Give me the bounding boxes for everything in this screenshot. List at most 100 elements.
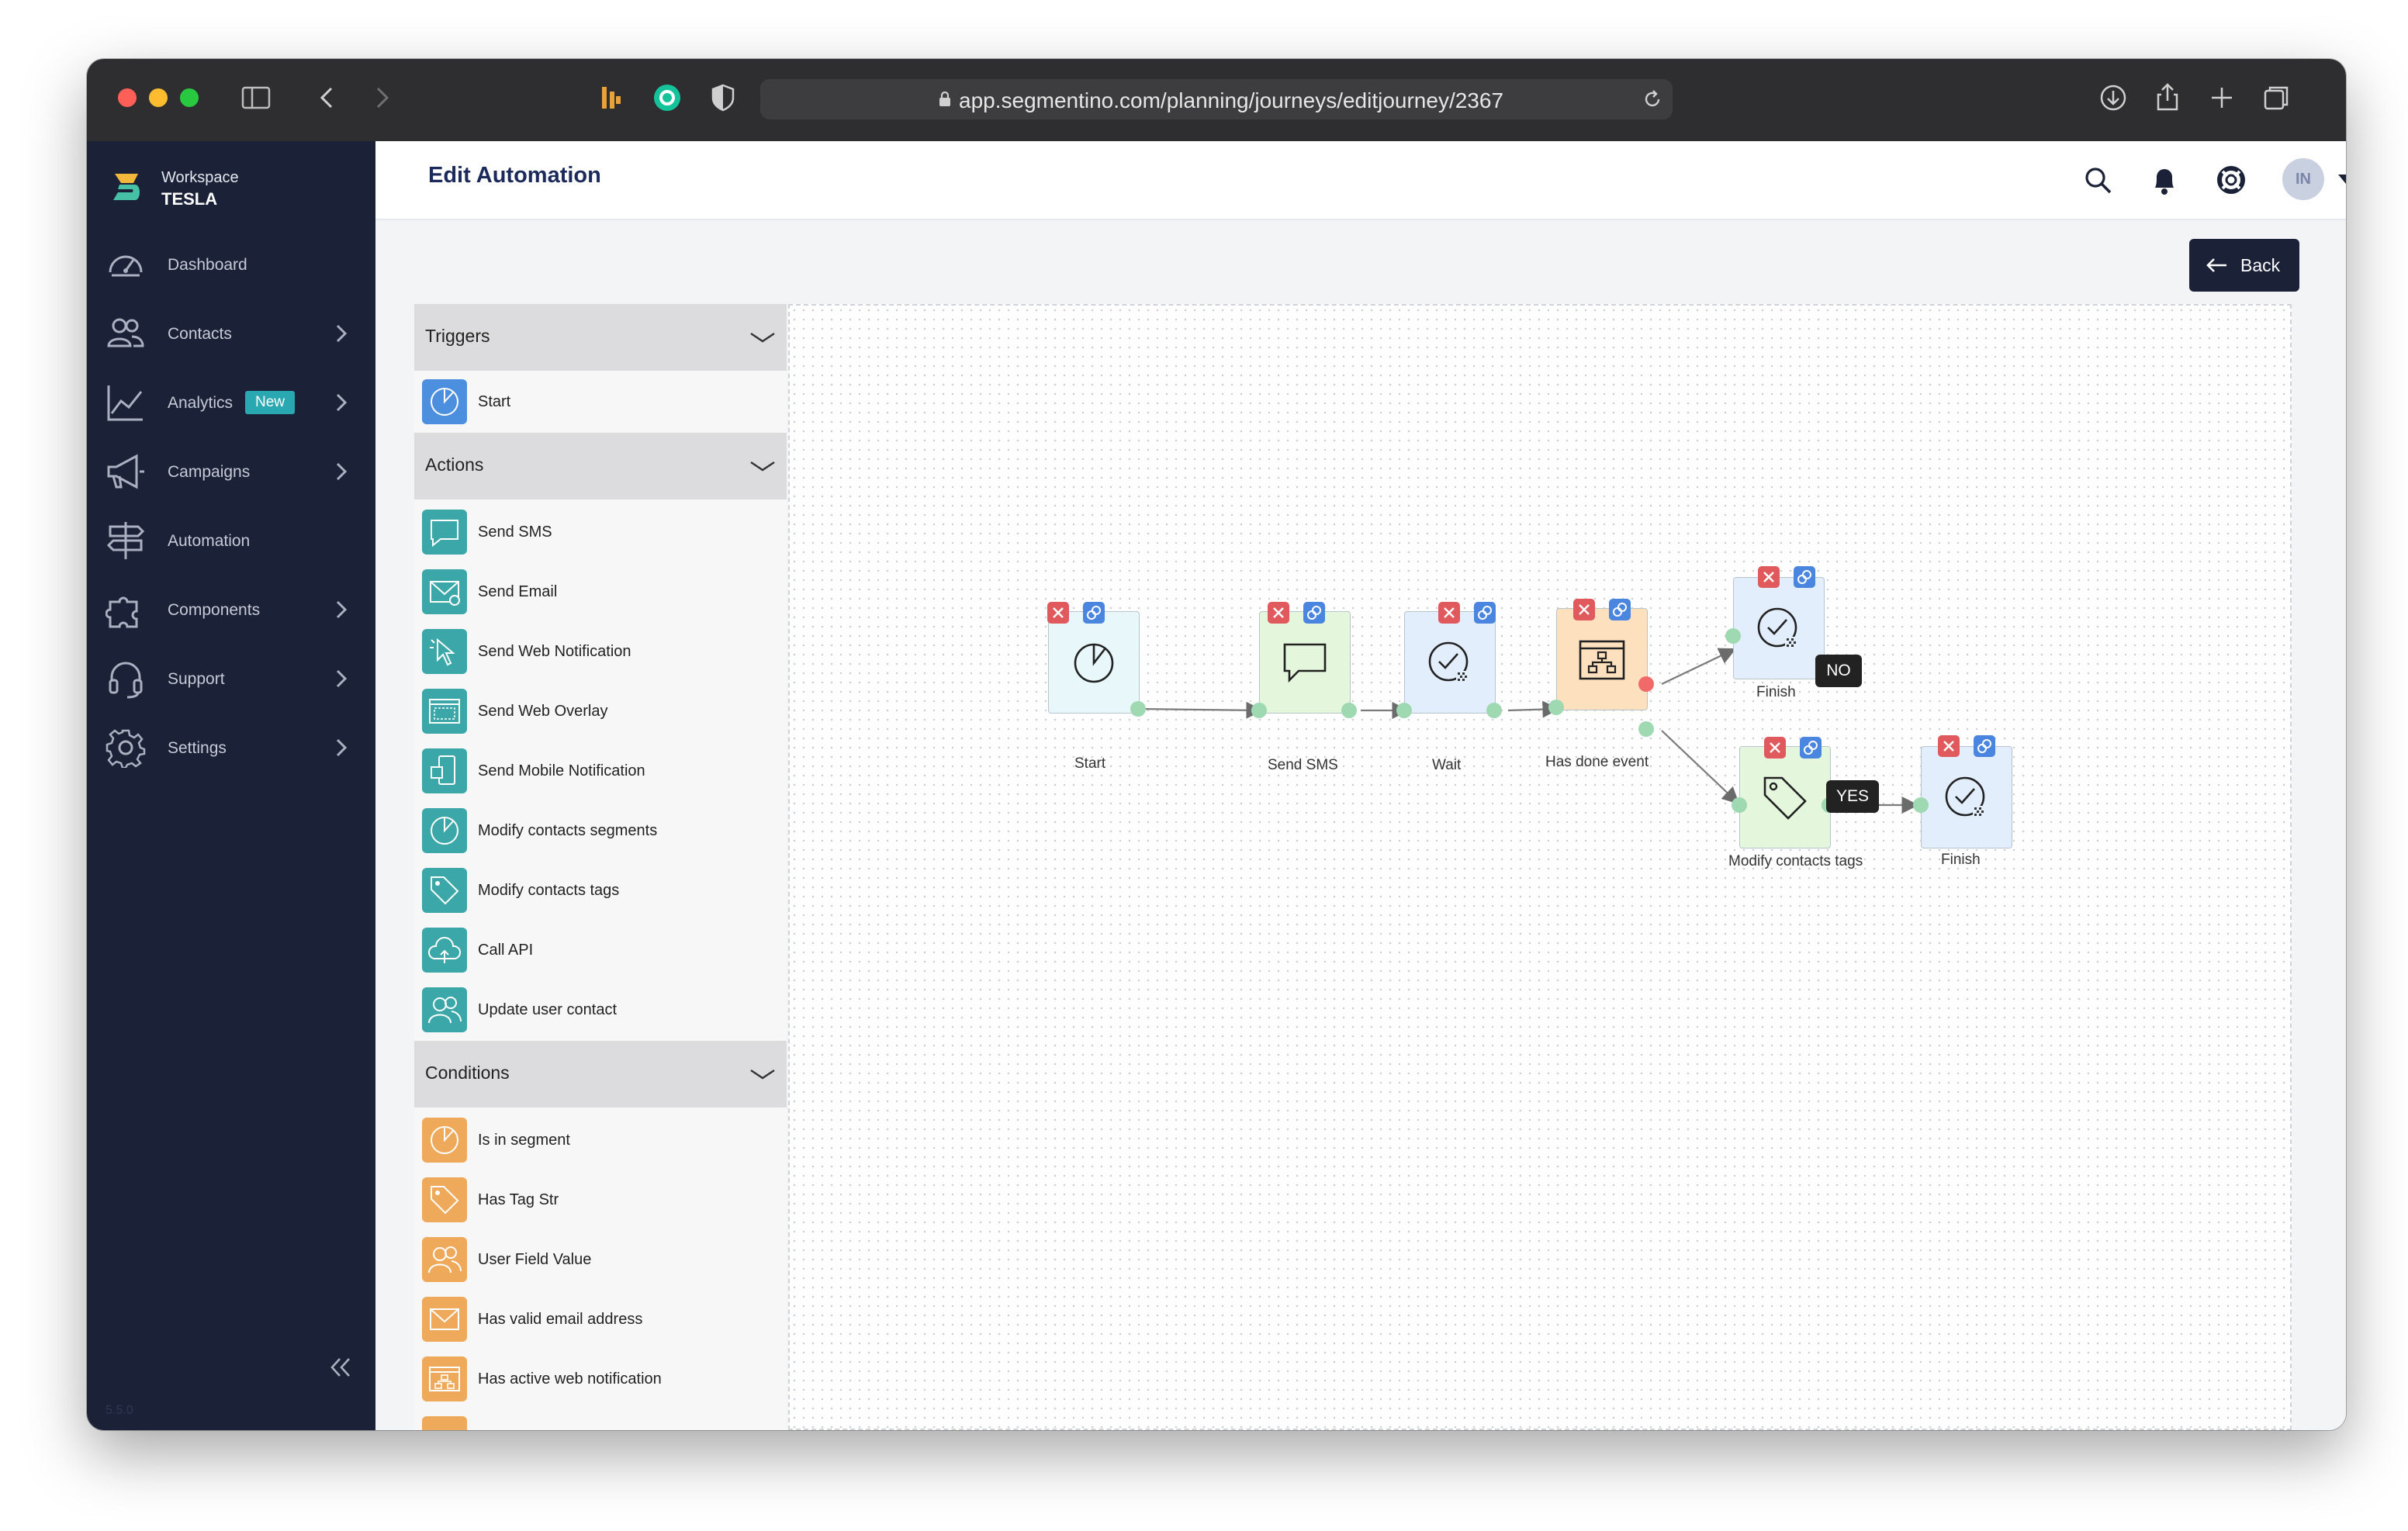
panel-item-is-in-segment[interactable]: Is in segment [414, 1111, 787, 1170]
edit-node-button[interactable] [1800, 737, 1822, 759]
input-port[interactable] [1548, 700, 1564, 715]
panel-item-has-tag-str[interactable]: Has Tag Str [414, 1170, 787, 1229]
edit-node-button[interactable] [1474, 602, 1496, 624]
panel-item-modify-contacts-segments[interactable]: Modify contacts segments [414, 801, 787, 860]
panel-item-send-web-overlay[interactable]: Send Web Overlay [414, 682, 787, 741]
clock-icon [1945, 776, 1985, 817]
section-header-actions[interactable]: Actions [414, 433, 787, 499]
sidebar-item-settings[interactable]: Settings [87, 721, 375, 775]
edit-node-button[interactable] [1974, 735, 1995, 757]
logo-icon [113, 174, 140, 200]
shield-icon[interactable] [708, 82, 739, 113]
panel-item-call-api[interactable]: Call API [414, 921, 787, 980]
flow-node-start[interactable] [1048, 611, 1140, 714]
output-port-yes[interactable] [1638, 721, 1654, 737]
tab-overview-icon[interactable] [2261, 82, 2292, 113]
search-icon[interactable] [2082, 164, 2113, 195]
panel-item-has-valid-email-address[interactable]: Has valid email address [414, 1290, 787, 1349]
sidebar-item-label: Dashboard [168, 256, 247, 274]
analytics-icon [107, 385, 143, 421]
sidebar-item-analytics[interactable]: Analytics New [87, 375, 375, 430]
delete-node-button[interactable] [1938, 735, 1960, 757]
sidebar-item-label: Automation [168, 532, 251, 550]
bell-icon[interactable] [2150, 164, 2178, 195]
tag-icon [422, 1177, 467, 1222]
browser-titlebar: app.segmentino.com/planning/journeys/edi… [87, 59, 2346, 141]
section-header-triggers[interactable]: Triggers [414, 304, 787, 371]
link-icon [1478, 606, 1492, 620]
reload-icon[interactable] [1642, 88, 1663, 110]
sitemap-icon [422, 1356, 467, 1401]
panel-item-send-mobile-notification[interactable]: Send Mobile Notification [414, 741, 787, 800]
input-port[interactable] [1732, 797, 1747, 813]
extension-icon[interactable] [596, 82, 627, 113]
flow-node-has-done-event[interactable] [1556, 608, 1648, 710]
maximize-window-button[interactable] [180, 88, 199, 107]
panel-item-has-active-web-notification[interactable]: Has active web notification [414, 1350, 787, 1408]
sidebar-item-label: Campaigns [168, 463, 251, 481]
flow-node-send-sms[interactable] [1259, 611, 1351, 714]
edit-node-button[interactable] [1303, 602, 1325, 624]
edit-node-button[interactable] [1083, 602, 1105, 624]
support-lifebuoy-icon[interactable] [2216, 164, 2247, 195]
contacts-icon [107, 318, 144, 347]
delete-node-button[interactable] [1573, 599, 1595, 620]
panel-item-user-field-value[interactable]: User Field Value [414, 1230, 787, 1289]
output-port[interactable] [1486, 703, 1502, 718]
panel-item-modify-contacts-tags[interactable]: Modify contacts tags [414, 861, 787, 920]
edit-node-button[interactable] [1794, 566, 1815, 588]
back-nav-icon[interactable] [312, 82, 343, 113]
input-port[interactable] [1725, 628, 1741, 644]
sidebar-item-automation[interactable]: Automation [87, 513, 375, 568]
section-header-conditions[interactable]: Conditions [414, 1041, 787, 1108]
minimize-window-button[interactable] [149, 88, 168, 107]
panel-item-update-user-contact[interactable]: Update user contact [414, 980, 787, 1039]
delete-node-button[interactable] [1764, 737, 1786, 759]
panel-item-send-web-notification[interactable]: Send Web Notification [414, 622, 787, 681]
flow-canvas[interactable] [788, 304, 2292, 1430]
chevron-down-icon [750, 333, 775, 343]
delete-node-button[interactable] [1268, 602, 1289, 624]
panel-item-send-sms[interactable]: Send SMS [414, 503, 787, 562]
sidebar-item-campaigns[interactable]: Campaigns [87, 444, 375, 499]
sidebar-toggle-icon[interactable] [240, 82, 272, 113]
close-window-button[interactable] [118, 88, 137, 107]
tag-icon [1763, 776, 1807, 820]
sidebar-item-dashboard[interactable]: Dashboard [87, 237, 375, 292]
output-port[interactable] [1130, 701, 1146, 717]
sidebar-item-support[interactable]: Support [87, 651, 375, 706]
sidebar-item-contacts[interactable]: Contacts [87, 306, 375, 361]
download-icon[interactable] [2098, 82, 2129, 113]
sidebar-item-components[interactable]: Components [87, 582, 375, 637]
input-port[interactable] [1396, 703, 1412, 718]
share-icon[interactable] [2152, 82, 2183, 113]
delete-node-button[interactable] [1438, 602, 1460, 624]
output-port-no[interactable] [1638, 676, 1654, 692]
input-port[interactable] [1913, 797, 1929, 813]
avatar[interactable]: IN [2282, 158, 2324, 200]
grammarly-icon[interactable] [652, 82, 683, 113]
delete-node-button[interactable] [1047, 602, 1069, 624]
collapse-sidebar-icon[interactable] [329, 1356, 352, 1379]
flow-node-wait[interactable] [1404, 611, 1496, 714]
flow-node-label: Start [1074, 755, 1106, 772]
input-port[interactable] [1251, 703, 1267, 718]
delete-node-button[interactable] [1758, 566, 1780, 588]
workspace-name[interactable]: TESLA [161, 189, 217, 209]
chevron-right-icon [336, 393, 348, 412]
section-title: Triggers [425, 326, 490, 346]
panel-item-start[interactable]: Start [414, 372, 787, 431]
panel-item-partial[interactable] [414, 1409, 787, 1430]
link-icon [1613, 603, 1627, 617]
edit-node-button[interactable] [1609, 599, 1631, 620]
panel-item-send-email[interactable]: Send Email [414, 562, 787, 621]
forward-nav-icon[interactable] [366, 82, 397, 113]
flow-node-modify-contacts-tags[interactable] [1739, 746, 1831, 848]
condition-icon [422, 1416, 467, 1430]
flow-node-finish-yes[interactable] [1921, 746, 2012, 848]
caret-down-icon[interactable] [2337, 172, 2346, 186]
output-port[interactable] [1341, 703, 1357, 718]
back-button[interactable]: Back [2189, 239, 2299, 292]
new-tab-icon[interactable] [2206, 82, 2237, 113]
flow-node-finish-no[interactable] [1733, 577, 1825, 679]
